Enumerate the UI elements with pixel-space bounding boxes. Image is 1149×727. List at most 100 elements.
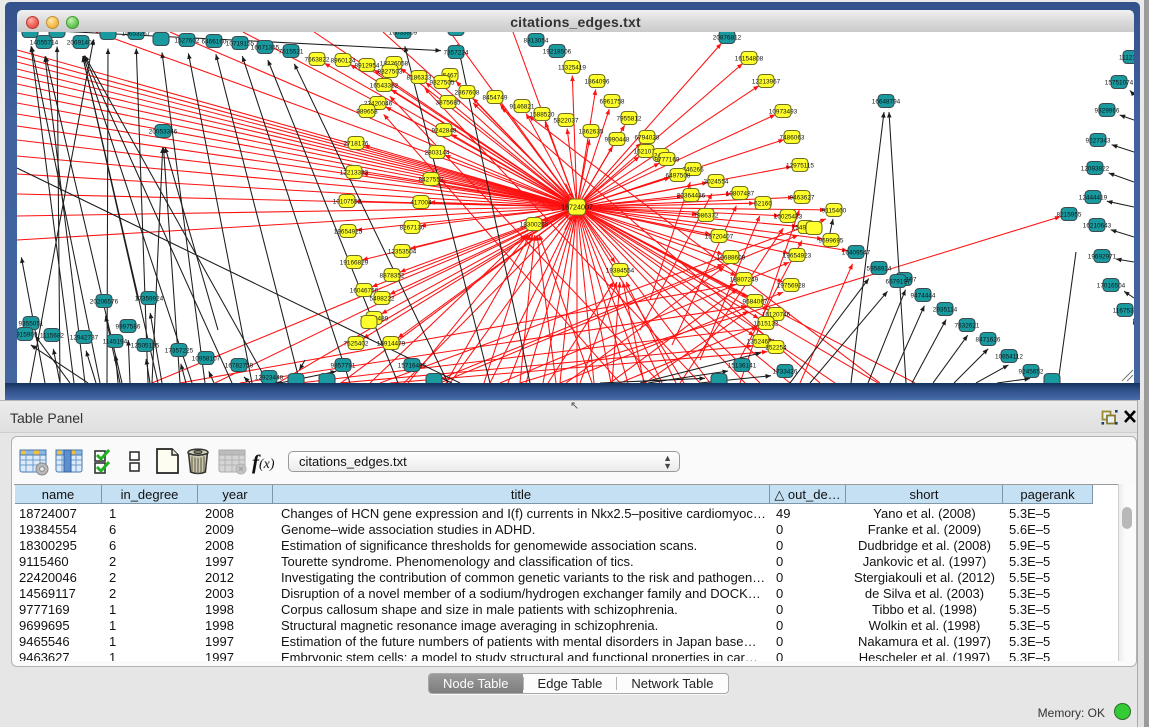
svg-text:1362635: 1362635 bbox=[579, 128, 604, 135]
svg-text:18724007: 18724007 bbox=[561, 202, 593, 211]
svg-text:10688609: 10688609 bbox=[717, 254, 746, 261]
svg-text:8960124: 8960124 bbox=[331, 57, 356, 64]
svg-text:10107552: 10107552 bbox=[333, 198, 362, 205]
svg-text:62160: 62160 bbox=[754, 200, 772, 207]
svg-text:10653267: 10653267 bbox=[122, 32, 151, 37]
svg-text:7625402: 7625402 bbox=[344, 340, 369, 347]
svg-text:15720407: 15720407 bbox=[705, 233, 734, 240]
svg-text:15716485: 15716485 bbox=[398, 362, 427, 369]
svg-text:1115682: 1115682 bbox=[40, 332, 64, 339]
svg-text:6794028: 6794028 bbox=[635, 134, 660, 141]
svg-text:9997586: 9997586 bbox=[116, 323, 141, 330]
svg-text:6466160: 6466160 bbox=[202, 38, 227, 45]
svg-text:16648794: 16648794 bbox=[872, 98, 901, 105]
svg-text:16543382: 16543382 bbox=[370, 82, 399, 89]
svg-text:12975115: 12975115 bbox=[786, 162, 814, 169]
svg-text:1733426: 1733426 bbox=[773, 368, 798, 375]
svg-text:8215955: 8215955 bbox=[1057, 211, 1082, 218]
svg-text:9355051: 9355051 bbox=[19, 320, 44, 327]
svg-text:19166829: 19166829 bbox=[340, 259, 369, 266]
svg-text:7955812: 7955812 bbox=[617, 115, 642, 122]
svg-text:19654925: 19654925 bbox=[334, 228, 363, 235]
svg-text:17357225: 17357225 bbox=[165, 347, 194, 354]
svg-text:19384554: 19384554 bbox=[606, 267, 635, 274]
svg-text:9990448: 9990448 bbox=[605, 136, 630, 143]
svg-text:12505135: 12505135 bbox=[131, 342, 160, 349]
svg-text:16033809: 16033809 bbox=[389, 32, 418, 36]
svg-text:17359924: 17359924 bbox=[135, 295, 164, 302]
svg-text:10973493: 10973493 bbox=[769, 108, 798, 115]
svg-text:20876812: 20876812 bbox=[713, 34, 742, 41]
svg-text:19756928: 19756928 bbox=[777, 282, 806, 289]
svg-text:989658: 989658 bbox=[356, 108, 378, 115]
svg-text:9684067: 9684067 bbox=[743, 298, 768, 305]
svg-text:9857791: 9857791 bbox=[331, 362, 356, 369]
svg-text:5822037: 5822037 bbox=[554, 117, 579, 124]
svg-text:7986372: 7986372 bbox=[694, 212, 719, 219]
svg-text:252254: 252254 bbox=[765, 344, 787, 351]
svg-text:12353504: 12353504 bbox=[388, 248, 417, 255]
svg-text:7515521: 7515521 bbox=[279, 48, 304, 55]
svg-text:18807249: 18807249 bbox=[730, 276, 759, 283]
svg-text:3875685: 3875685 bbox=[436, 99, 461, 106]
svg-text:10025433: 10025433 bbox=[774, 213, 803, 220]
svg-text:9245652: 9245652 bbox=[1019, 368, 1044, 375]
svg-text:18300295: 18300295 bbox=[520, 221, 549, 228]
svg-text:9329966: 9329966 bbox=[1095, 107, 1120, 114]
svg-text:14055714: 14055714 bbox=[30, 39, 59, 46]
svg-text:8427552: 8427552 bbox=[419, 176, 444, 183]
svg-text:19218506: 19218506 bbox=[543, 48, 572, 55]
svg-text:2803144: 2803144 bbox=[425, 149, 450, 156]
svg-text:7486063: 7486063 bbox=[780, 134, 805, 141]
svg-text:8912954: 8912954 bbox=[355, 62, 380, 69]
svg-text:1527602: 1527602 bbox=[175, 37, 200, 44]
svg-text:10807487: 10807487 bbox=[726, 190, 755, 197]
svg-text:2718176: 2718176 bbox=[344, 140, 369, 147]
svg-text:2935114: 2935114 bbox=[933, 306, 958, 313]
svg-text:8471626: 8471626 bbox=[976, 336, 1001, 343]
svg-text:9115460: 9115460 bbox=[822, 207, 847, 214]
svg-text:16671355: 16671355 bbox=[251, 44, 280, 51]
svg-text:16210643: 16210643 bbox=[1083, 222, 1112, 229]
svg-text:1112126: 1112126 bbox=[1119, 54, 1134, 61]
svg-text:9327505: 9327505 bbox=[430, 79, 455, 86]
svg-text:16914479: 16914479 bbox=[377, 340, 406, 347]
svg-text:12444419: 12444419 bbox=[1079, 194, 1108, 201]
svg-text:9463627: 9463627 bbox=[790, 194, 815, 201]
svg-text:10958107: 10958107 bbox=[192, 355, 221, 362]
svg-text:9227343: 9227343 bbox=[1086, 137, 1111, 144]
svg-text:16154808: 16154808 bbox=[735, 55, 764, 62]
svg-text:12942737: 12942737 bbox=[70, 334, 99, 341]
svg-text:5498222: 5498222 bbox=[370, 295, 395, 302]
svg-text:1864096: 1864096 bbox=[585, 78, 610, 85]
svg-text:10654112: 10654112 bbox=[995, 353, 1023, 360]
svg-text:20691406: 20691406 bbox=[67, 39, 96, 46]
svg-text:9699695: 9699695 bbox=[819, 237, 844, 244]
svg-text:12213967: 12213967 bbox=[752, 78, 781, 85]
svg-text:5958924: 5958924 bbox=[867, 265, 892, 272]
svg-text:12213383: 12213383 bbox=[340, 169, 369, 176]
svg-text:6679197: 6679197 bbox=[886, 278, 911, 285]
svg-text:8813054: 8813054 bbox=[524, 37, 549, 44]
svg-text:2867608: 2867608 bbox=[455, 89, 480, 96]
svg-text:9474444: 9474444 bbox=[911, 292, 936, 299]
svg-text:15136141: 15136141 bbox=[728, 362, 757, 369]
svg-text:12093822: 12093822 bbox=[1081, 165, 1110, 172]
svg-text:19692971: 19692971 bbox=[1088, 253, 1117, 260]
svg-text:17016504: 17016504 bbox=[1097, 282, 1126, 289]
svg-text:15751074: 15751074 bbox=[1105, 79, 1134, 86]
svg-text:417004: 417004 bbox=[410, 199, 432, 206]
svg-text:8267130: 8267130 bbox=[400, 224, 425, 231]
svg-text:8454749: 8454749 bbox=[483, 94, 508, 101]
svg-text:7357224: 7357224 bbox=[444, 49, 469, 56]
svg-text:9777169: 9777169 bbox=[655, 156, 680, 163]
svg-text:3915909: 3915909 bbox=[17, 331, 38, 338]
svg-text:9242848: 9242848 bbox=[432, 127, 457, 134]
svg-text:9146821: 9146821 bbox=[510, 103, 535, 110]
svg-text:8186323: 8186323 bbox=[407, 74, 432, 81]
svg-text:6497508: 6497508 bbox=[666, 172, 691, 179]
svg-text:7663822: 7663822 bbox=[305, 56, 330, 63]
svg-text:12923448: 12923448 bbox=[255, 374, 284, 381]
svg-text:(x): (x) bbox=[259, 457, 274, 472]
svg-text:1588520: 1588520 bbox=[530, 111, 555, 118]
